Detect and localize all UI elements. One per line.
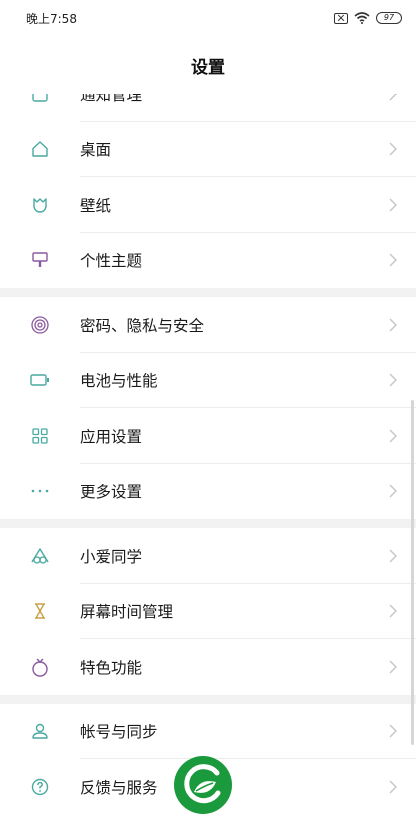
help-icon <box>30 777 50 797</box>
settings-item-special-features[interactable]: 特色功能 <box>0 639 416 695</box>
settings-item-xiaoai[interactable]: 小爱同学 <box>0 528 416 584</box>
wifi-icon <box>354 12 370 24</box>
settings-item-security[interactable]: 密码、隐私与安全 <box>0 297 416 353</box>
xiaoai-icon <box>30 546 50 566</box>
chevron-right-icon <box>389 253 397 267</box>
settings-item-label: 反馈与服务 <box>80 778 158 797</box>
settings-item-battery[interactable]: 电池与性能 <box>0 353 416 408</box>
chevron-right-icon <box>389 94 397 101</box>
chevron-right-icon <box>389 429 397 443</box>
settings-item-more[interactable]: 更多设置 <box>0 464 416 520</box>
theme-brush-icon <box>30 250 50 270</box>
settings-item-desktop[interactable]: 桌面 <box>0 122 416 177</box>
notification-icon <box>30 94 50 104</box>
apps-grid-icon <box>30 426 50 446</box>
chevron-right-icon <box>389 780 397 794</box>
status-time: 晚上7:58 <box>26 11 77 26</box>
scrollbar[interactable] <box>411 400 414 745</box>
chevron-right-icon <box>389 142 397 156</box>
chevron-right-icon <box>389 660 397 674</box>
settings-item-label: 屏幕时间管理 <box>80 603 174 622</box>
no-sim-icon <box>334 12 348 24</box>
settings-item-themes[interactable]: 个性主题 <box>0 233 416 289</box>
title-bar: 设置 <box>0 36 416 94</box>
chevron-right-icon <box>389 604 397 618</box>
chevron-right-icon <box>389 373 397 387</box>
settings-item-label: 通知管理 <box>80 94 143 104</box>
settings-item-label: 桌面 <box>80 141 112 160</box>
settings-item-label: 应用设置 <box>80 427 143 446</box>
home-icon <box>30 139 50 159</box>
group-separator <box>0 288 416 297</box>
battery-icon <box>30 370 50 390</box>
chevron-right-icon <box>389 724 397 738</box>
special-features-icon <box>30 657 50 677</box>
settings-item-wallpaper[interactable]: 壁纸 <box>0 177 416 233</box>
chevron-right-icon <box>389 318 397 332</box>
status-bar: 晚上7:58 97 <box>0 0 416 36</box>
wallpaper-flower-icon <box>30 195 50 215</box>
settings-item-label: 密码、隐私与安全 <box>80 316 205 335</box>
logo-watermark <box>174 756 232 814</box>
more-dots-icon <box>30 481 50 501</box>
chevron-right-icon <box>389 198 397 212</box>
settings-item-label: 特色功能 <box>80 658 143 677</box>
settings-item-apps[interactable]: 应用设置 <box>0 408 416 464</box>
fingerprint-icon <box>30 315 50 335</box>
settings-item-label: 个性主题 <box>80 252 143 271</box>
settings-item-label: 帐号与同步 <box>80 723 158 742</box>
settings-item-account[interactable]: 帐号与同步 <box>0 704 416 759</box>
hourglass-icon <box>30 601 50 621</box>
status-icons: 97 <box>334 12 402 24</box>
settings-item-label: 小爱同学 <box>80 547 143 566</box>
page-title: 设置 <box>191 57 225 78</box>
settings-item-label: 更多设置 <box>80 483 143 502</box>
chevron-right-icon <box>389 549 397 563</box>
settings-item-notifications[interactable]: 通知管理 <box>0 94 416 122</box>
settings-item-label: 电池与性能 <box>80 372 158 391</box>
group-separator <box>0 694 416 704</box>
account-icon <box>30 721 50 741</box>
group-separator <box>0 519 416 528</box>
chevron-right-icon <box>389 484 397 498</box>
settings-item-label: 壁纸 <box>80 196 112 215</box>
battery-indicator: 97 <box>376 12 402 24</box>
settings-item-screen-time[interactable]: 屏幕时间管理 <box>0 584 416 639</box>
settings-list[interactable]: 通知管理 桌面 壁纸 个性主题 密码、隐私与安全 电池与性能 应用设置 更多设置… <box>0 94 416 824</box>
